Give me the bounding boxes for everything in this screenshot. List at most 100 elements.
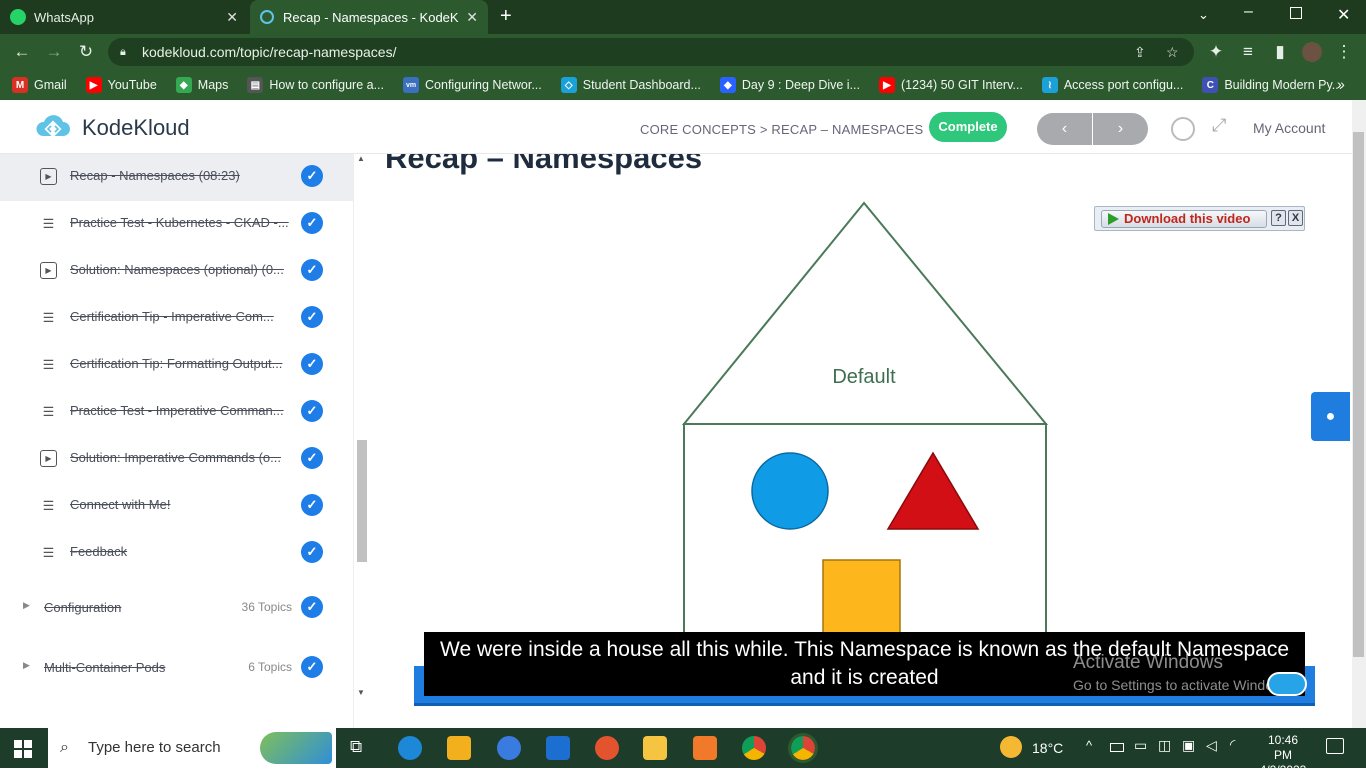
bookmark-student-dashboard[interactable]: ◇ Student Dashboard... — [560, 77, 701, 93]
task-view-icon[interactable]: ⧉ — [350, 737, 362, 757]
restore-button[interactable] — [1290, 7, 1302, 19]
phone-app-icon[interactable] — [497, 736, 521, 760]
store-icon[interactable] — [447, 736, 471, 760]
sidebar-lesson-cert-tip-formatting[interactable]: ☰ Certification Tip: Formatting Output..… — [0, 342, 354, 389]
extensions-icon[interactable]: ✦ — [1204, 34, 1228, 70]
file-explorer-icon[interactable] — [643, 736, 667, 760]
browser-tab-strip: WhatsApp ✕ Recap - Namespaces - KodeKlou… — [0, 0, 1366, 34]
sidebar-lesson-practice-imperative[interactable]: ☰ Practice Test - Imperative Comman... ✓ — [0, 389, 354, 436]
sidebar-lesson-solution-imperative[interactable]: ▶ Solution: Imperative Commands (o... ✓ — [0, 436, 354, 483]
menu-icon[interactable]: ⋮ — [1332, 34, 1356, 70]
help-button[interactable]: ? — [1271, 210, 1286, 226]
completed-check-icon: ✓ — [301, 400, 323, 422]
lesson-label: Certification Tip: Formatting Output... — [70, 356, 283, 371]
taskbar-clock[interactable]: 10:46 PM 4/2/2023 — [1258, 733, 1308, 778]
chat-icon[interactable]: ● — [1311, 392, 1350, 441]
bookmark-configuring-network[interactable]: vm Configuring Networ... — [403, 77, 542, 93]
bookmark-access-port[interactable]: ≀ Access port configu... — [1041, 77, 1183, 93]
reload-icon[interactable]: ↻ — [74, 34, 98, 70]
lesson-content: Recap – Namespaces Default Download this… — [370, 154, 1352, 728]
tab-search-icon[interactable]: ⌄ — [1198, 7, 1209, 23]
lock-icon: 🔒︎ — [120, 46, 126, 58]
close-tab-icon[interactable]: ✕ — [226, 9, 238, 26]
settings-app-icon[interactable] — [693, 736, 717, 760]
completed-check-icon: ✓ — [301, 353, 323, 375]
bookmark-how-to-configure[interactable]: ▤ How to configure a... — [247, 77, 384, 93]
bookmark-youtube[interactable]: ▶ YouTube — [85, 77, 157, 93]
dark-mode-icon[interactable] — [1171, 117, 1195, 141]
tab-kodekloud[interactable]: Recap - Namespaces - KodeKloud ✕ — [250, 0, 488, 34]
site-header: KodeKloud CORE CONCEPTS > RECAP – NAMESP… — [0, 100, 1352, 154]
bookmark-maps[interactable]: ◆ Maps — [175, 77, 228, 93]
notification-icon[interactable] — [1326, 738, 1344, 754]
sidebar-lesson-connect[interactable]: ☰ Connect with Me! ✓ — [0, 483, 354, 530]
tab-whatsapp[interactable]: WhatsApp ✕ — [0, 0, 248, 34]
chrome-icon[interactable] — [742, 736, 766, 760]
sidebar-scroll-thumb[interactable] — [357, 440, 367, 562]
sidebar-lesson-cert-tip-imperative[interactable]: ☰ Certification Tip - Imperative Com... … — [0, 295, 354, 342]
complete-button[interactable]: Complete — [929, 112, 1007, 142]
kodekloud-logo[interactable]: KodeKloud — [34, 114, 190, 142]
scroll-up-icon[interactable]: ▲ — [357, 154, 365, 163]
next-lesson-button[interactable]: › — [1093, 113, 1148, 145]
taskbar-search-input[interactable]: ⌕ Type here to search — [48, 728, 336, 768]
lesson-label: Connect with Me! — [70, 497, 171, 512]
clock-time: 10:46 PM — [1267, 733, 1299, 762]
sidebar-lesson-solution-namespaces[interactable]: ▶ Solution: Namespaces (optional) (0... … — [0, 248, 354, 295]
chrome-active-icon[interactable] — [788, 733, 818, 763]
text-lesson-icon: ☰ — [42, 403, 55, 419]
address-bar[interactable]: 🔒︎ kodekloud.com/topic/recap-namespaces/… — [108, 38, 1194, 66]
scroll-down-icon[interactable]: ▼ — [357, 688, 365, 697]
sidebar-section-multi-container-pods[interactable]: ▶ Multi-Container Pods 6 Topics ✓ — [0, 648, 354, 688]
edge-icon[interactable] — [398, 736, 422, 760]
close-tab-icon[interactable]: ✕ — [466, 9, 478, 26]
bookmark-building-modern[interactable]: C Building Modern Py... — [1202, 77, 1342, 93]
media-icon[interactable]: ≡ — [1236, 34, 1260, 70]
tray-chevron-icon[interactable]: ^ — [1086, 738, 1092, 753]
network-icon[interactable]: ▭ — [1134, 737, 1147, 754]
bookmark-gmail[interactable]: M Gmail — [12, 77, 67, 93]
more-bookmarks-icon[interactable]: » — [1337, 76, 1345, 92]
snail-app-icon[interactable] — [595, 736, 619, 760]
sidebar-section-configuration[interactable]: ▶ Configuration 36 Topics ✓ — [0, 588, 354, 628]
new-tab-button[interactable]: + — [500, 5, 512, 28]
fullscreen-icon[interactable]: ⤢ — [1212, 115, 1226, 136]
battery-icon[interactable] — [1110, 743, 1124, 752]
search-highlight-image — [260, 732, 332, 764]
sidebar-lesson-feedback[interactable]: ☰ Feedback ✓ — [0, 530, 354, 577]
expand-triangle-icon[interactable]: ▶ — [23, 660, 30, 671]
bookmarks-bar: M Gmail ▶ YouTube ◆ Maps ▤ How to configure … — [0, 70, 1366, 100]
my-account-link[interactable]: My Account — [1253, 120, 1325, 136]
back-icon[interactable]: ← — [10, 34, 34, 70]
forward-icon[interactable]: → — [42, 34, 66, 70]
close-download-button[interactable]: X — [1288, 210, 1303, 226]
pod-circle — [751, 452, 829, 530]
windows-start-icon[interactable] — [14, 740, 32, 758]
temperature-text[interactable]: 18°C — [1032, 740, 1063, 756]
side-panel-icon[interactable]: ▮ — [1268, 34, 1292, 70]
activate-windows-title: Activate Windows — [1073, 652, 1223, 673]
download-video-button[interactable]: Download this video — [1101, 210, 1267, 228]
hashnode-icon: ◆ — [719, 77, 736, 93]
text-lesson-icon: ☰ — [42, 497, 55, 513]
volume-icon[interactable]: ◁ — [1206, 737, 1217, 754]
page-scroll-thumb[interactable] — [1353, 132, 1364, 657]
meet-icon[interactable]: ◫ — [1158, 737, 1171, 754]
minimize-button[interactable]: – — [1244, 3, 1253, 21]
breadcrumb[interactable]: CORE CONCEPTS > RECAP – NAMESPACES — [640, 122, 923, 137]
sidebar-lesson-practice-test-ckad[interactable]: ☰ Practice Test - Kubernetes - CKAD -...… — [0, 201, 354, 248]
bookmark-git-interview[interactable]: ▶ (1234) 50 GIT Interv... — [879, 77, 1023, 93]
close-window-button[interactable]: ✕ — [1337, 5, 1350, 25]
wifi-icon[interactable]: ◜ — [1230, 736, 1235, 753]
sidebar-lesson-recap-namespaces[interactable]: ▶ Recap - Namespaces (08:23) ✓ — [0, 154, 354, 201]
expand-triangle-icon[interactable]: ▶ — [23, 600, 30, 611]
bookmark-day-9[interactable]: ◆ Day 9 : Deep Dive i... — [719, 77, 860, 93]
profile-avatar[interactable] — [1302, 42, 1322, 62]
bookmark-star-icon[interactable]: ☆ — [1166, 38, 1179, 66]
previous-lesson-button[interactable]: ‹ — [1037, 113, 1092, 145]
share-icon[interactable]: ⇪ — [1134, 38, 1146, 66]
video-icon: ▶ — [40, 262, 57, 279]
mail-icon[interactable] — [546, 736, 570, 760]
topic-count: 6 Topics — [248, 660, 292, 674]
camera-icon[interactable]: ▣ — [1182, 737, 1195, 754]
